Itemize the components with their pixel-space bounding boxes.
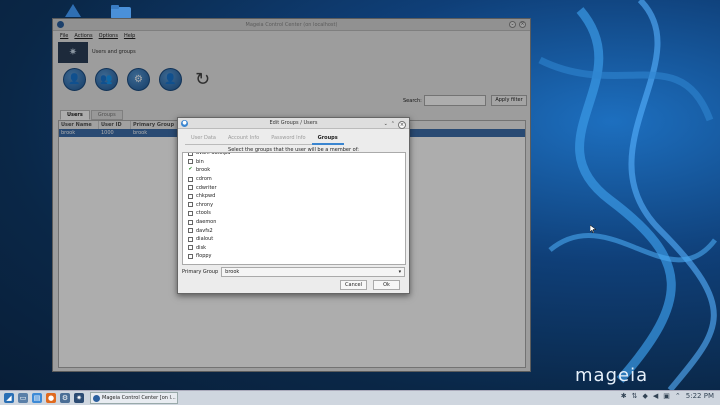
dialog-tabs: User Data Account Info Password Info Gro… xyxy=(185,133,409,145)
system-tray: ✱ ⇅ ◆ ◀ ▣ ⌃ 5:22 PM xyxy=(621,392,714,400)
show-desktop-icon[interactable]: ▭ xyxy=(18,393,28,403)
tab-password-info[interactable]: Password Info xyxy=(265,133,312,145)
network-icon[interactable]: ⇅ xyxy=(632,392,638,400)
settings-icon[interactable]: ⚙ xyxy=(60,393,70,403)
taskbar: ◢ ▭ ▤ ● ⚙ ✷ Mageia Control Center [on l.… xyxy=(0,390,720,405)
group-checkbox[interactable]: ✔ xyxy=(188,166,193,173)
task-app-icon xyxy=(93,394,100,402)
file-manager-icon[interactable]: ▤ xyxy=(32,393,42,403)
group-name: disk xyxy=(196,244,207,251)
list-item[interactable]: ✔ brook xyxy=(183,166,405,175)
app-menu-icon[interactable]: ◢ xyxy=(4,393,14,403)
edit-groups-dialog: ● Edit Groups / Users ⌄ ⌃ × User Data Ac… xyxy=(177,117,410,294)
group-name: daemon xyxy=(196,219,217,226)
primary-group-value: brook xyxy=(225,269,240,275)
group-checkbox[interactable] xyxy=(188,185,193,191)
primary-group-row: Primary Group brook ▾ xyxy=(182,267,406,277)
wallpaper-swirl xyxy=(538,0,717,390)
primary-group-label: Primary Group xyxy=(182,269,219,275)
group-checkbox[interactable] xyxy=(188,219,193,225)
chevron-down-icon[interactable]: ⌄ xyxy=(384,119,388,130)
groups-list[interactable]: avahi-autoipd bin ✔ brook cdrom cdwriter chkpw… xyxy=(182,152,406,265)
task-label: Mageia Control Center [on l... xyxy=(102,395,176,401)
group-name: cdwriter xyxy=(196,184,217,191)
dropdown-arrow-icon: ▾ xyxy=(398,269,402,275)
dialog-close-button[interactable]: × xyxy=(398,120,406,129)
clock[interactable]: 5:22 PM xyxy=(686,392,714,400)
dialog-title: Edit Groups / Users xyxy=(269,120,318,126)
group-name: davfs2 xyxy=(196,227,213,234)
list-item[interactable]: cdwriter xyxy=(183,183,405,192)
group-name: bin xyxy=(196,158,204,165)
group-checkbox[interactable] xyxy=(188,245,193,251)
list-item[interactable]: ctools xyxy=(183,209,405,218)
updates-icon[interactable]: ◆ xyxy=(643,392,648,400)
group-checkbox[interactable] xyxy=(188,202,193,208)
group-checkbox[interactable] xyxy=(188,159,193,165)
group-name: ctools xyxy=(196,210,211,217)
group-checkbox[interactable] xyxy=(188,228,193,234)
group-name: brook xyxy=(196,167,211,174)
mageia-logo: mageia xyxy=(575,365,649,386)
primary-group-select[interactable]: brook ▾ xyxy=(221,267,406,277)
group-checkbox[interactable] xyxy=(188,210,193,216)
tray-arrow-icon[interactable]: ⌃ xyxy=(675,392,681,400)
group-checkbox[interactable] xyxy=(188,176,193,182)
ok-button[interactable]: Ok xyxy=(373,280,400,290)
group-checkbox[interactable] xyxy=(188,193,193,199)
list-item[interactable]: dialout xyxy=(183,235,405,244)
group-checkbox[interactable] xyxy=(188,236,193,242)
tab-account-info[interactable]: Account Info xyxy=(221,133,266,145)
group-name: floppy xyxy=(196,253,212,260)
group-name: cdrom xyxy=(196,176,212,183)
list-item[interactable]: floppy xyxy=(183,252,405,261)
group-name: chrony xyxy=(196,201,214,208)
list-item[interactable]: chrony xyxy=(183,201,405,210)
dialog-titlebar[interactable]: ● Edit Groups / Users ⌄ ⌃ × xyxy=(178,118,409,129)
list-item[interactable]: disk xyxy=(183,244,405,253)
task-control-center[interactable]: Mageia Control Center [on l... xyxy=(90,392,178,404)
chevron-up-icon[interactable]: ⌃ xyxy=(391,119,395,130)
list-item[interactable]: bin xyxy=(183,158,405,167)
group-checkbox[interactable] xyxy=(188,253,193,259)
volume-icon[interactable]: ◀ xyxy=(653,392,658,400)
list-item[interactable]: daemon xyxy=(183,218,405,227)
group-name: avahi-autoipd xyxy=(196,152,231,157)
group-name: chkpwd xyxy=(196,193,216,200)
list-item[interactable]: davfs2 xyxy=(183,226,405,235)
mouse-cursor-icon xyxy=(590,225,596,233)
bluetooth-icon[interactable]: ✱ xyxy=(621,392,627,400)
cancel-button[interactable]: Cancel xyxy=(340,280,367,290)
list-item[interactable]: chkpwd xyxy=(183,192,405,201)
group-checkbox[interactable] xyxy=(188,153,193,156)
tab-user-data[interactable]: User Data xyxy=(185,133,222,145)
clipboard-icon[interactable]: ▣ xyxy=(663,392,670,400)
control-center-icon[interactable]: ✷ xyxy=(74,393,84,403)
list-item[interactable]: cdrom xyxy=(183,175,405,184)
tab-groups[interactable]: Groups xyxy=(311,133,344,145)
group-name: dialout xyxy=(196,236,214,243)
firefox-icon[interactable]: ● xyxy=(46,393,56,403)
home-folder-icon[interactable] xyxy=(64,3,82,19)
dialog-app-icon: ● xyxy=(181,120,188,127)
